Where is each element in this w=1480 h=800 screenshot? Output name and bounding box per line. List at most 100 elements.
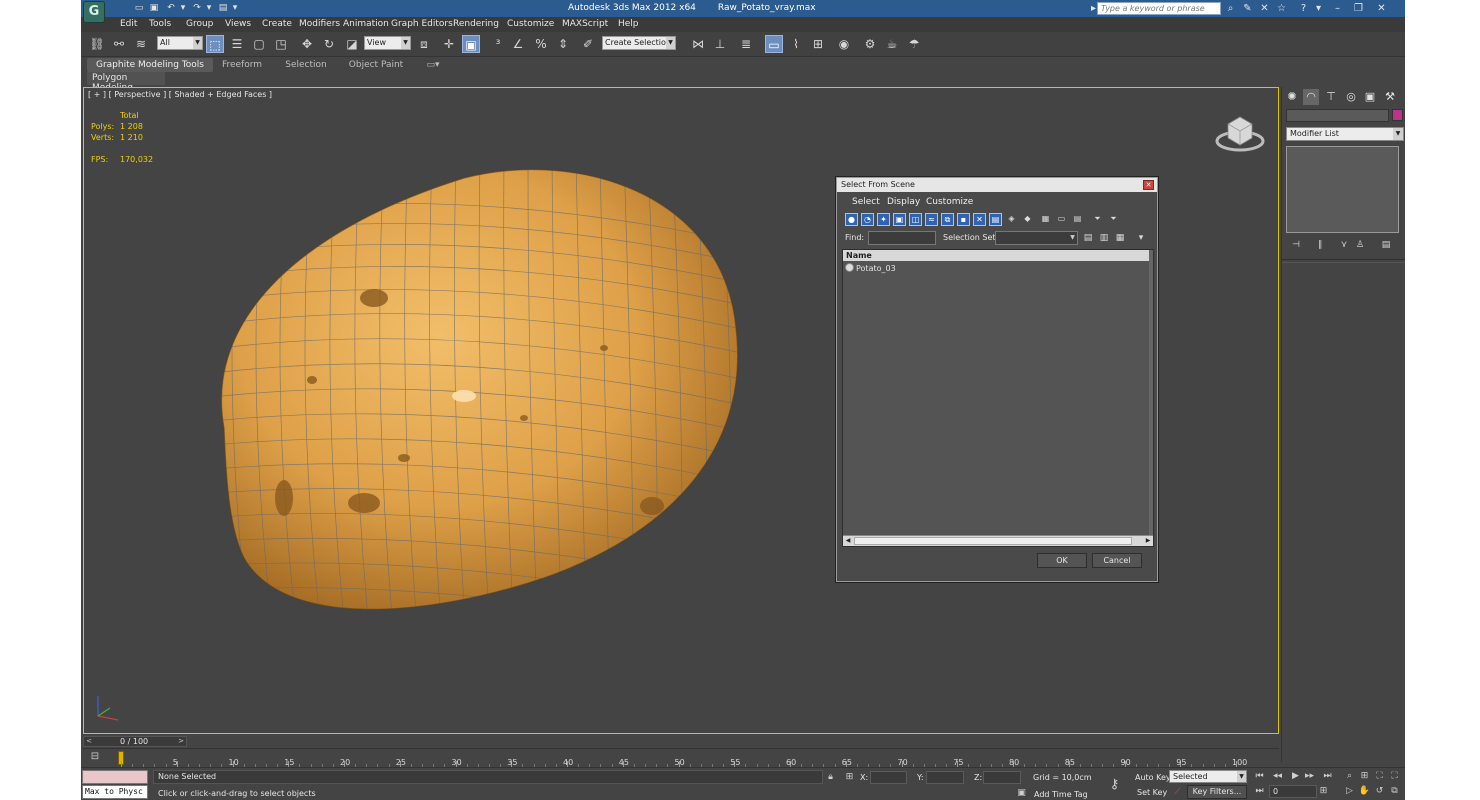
mirror-icon[interactable]: ⋈ — [689, 35, 707, 53]
key-mode-toggle-icon[interactable]: ⏭ — [1253, 785, 1266, 798]
render-setup-icon[interactable]: ⚙ — [861, 35, 879, 53]
binoculars-icon[interactable]: ⌕ — [1224, 2, 1237, 15]
go-to-start-icon[interactable]: ⏮ — [1253, 770, 1266, 783]
maxscript-mini-listener[interactable]: Max to Physc — [82, 785, 148, 799]
help-icon[interactable]: ? — [1297, 2, 1310, 15]
menu-group[interactable]: Group — [186, 19, 213, 29]
remove-modifier-icon[interactable]: ♙ — [1353, 239, 1367, 252]
tab-object-paint[interactable]: Object Paint — [341, 58, 411, 72]
redo-dropdown-icon[interactable]: ▾ — [203, 2, 215, 14]
subscription-icon[interactable]: ✎ — [1241, 2, 1254, 15]
time-slider-prev-icon[interactable]: < — [84, 737, 94, 746]
go-to-end-icon[interactable]: ⏭ — [1321, 770, 1334, 783]
list-item[interactable]: Potato_03 — [845, 263, 896, 275]
add-time-tag[interactable]: Add Time Tag — [1034, 790, 1088, 799]
reference-coordinate-dropdown[interactable]: View ▼ — [364, 36, 411, 50]
select-object-icon[interactable]: ⬚ — [206, 35, 224, 53]
menu-animation[interactable]: Animation — [343, 19, 389, 29]
quick-access-dropdown-icon[interactable]: ▾ — [229, 2, 241, 14]
communication-center-icon[interactable]: ✕ — [1258, 2, 1271, 15]
tab-selection[interactable]: Selection — [277, 58, 335, 72]
scroll-left-icon[interactable]: ◀ — [843, 536, 853, 546]
dialog-menu-select[interactable]: Select — [852, 197, 880, 207]
select-and-move-icon[interactable]: ✥ — [298, 35, 316, 53]
create-tab-icon[interactable]: ✺ — [1284, 89, 1300, 105]
key-tangent-icon[interactable]: ⟋ — [1171, 786, 1184, 799]
utilities-tab-icon[interactable]: ⚒ — [1382, 89, 1398, 105]
tab-graphite-modeling-tools[interactable]: Graphite Modeling Tools — [87, 58, 213, 72]
current-frame-input[interactable]: 0 — [1269, 785, 1317, 798]
set-key-button[interactable]: Set Key — [1137, 788, 1167, 797]
next-frame-icon[interactable]: ▸▸ — [1303, 770, 1316, 783]
angle-snap-icon[interactable]: ∠ — [509, 35, 527, 53]
select-invert-icon[interactable]: ▤ — [1071, 213, 1084, 226]
filter-containers-icon[interactable]: ▤ — [989, 213, 1002, 226]
scroll-thumb[interactable] — [854, 537, 1132, 545]
menu-graph-editors[interactable]: Graph Editors — [391, 19, 453, 29]
unlink-selection-icon[interactable]: ⚯ — [110, 35, 128, 53]
curve-editor-icon[interactable]: ⌇ — [787, 35, 805, 53]
select-and-manipulate-icon[interactable]: ✛ — [440, 35, 458, 53]
menu-tools[interactable]: Tools — [149, 19, 171, 29]
viewcube-icon[interactable] — [1214, 110, 1266, 154]
undo-dropdown-icon[interactable]: ▾ — [177, 2, 189, 14]
menu-views[interactable]: Views — [225, 19, 251, 29]
filter-hidden-icon[interactable]: ◆ — [1021, 213, 1034, 226]
filter-spacewarps-icon[interactable]: ≈ — [925, 213, 938, 226]
menu-modifiers[interactable]: Modifiers — [299, 19, 340, 29]
show-end-result-icon[interactable]: ∥ — [1313, 239, 1327, 252]
favorites-star-icon[interactable]: ☆ — [1275, 2, 1288, 15]
potato-mesh[interactable] — [164, 158, 764, 638]
orbit-icon[interactable]: ↺ — [1373, 785, 1386, 798]
filter-funnel-icon[interactable]: ⏷ — [1091, 213, 1104, 226]
material-editor-icon[interactable]: ◉ — [835, 35, 853, 53]
pivot-center-icon[interactable]: ⧈ — [415, 35, 433, 53]
close-window-icon[interactable]: ✕ — [1375, 2, 1388, 15]
selection-set-dropdown[interactable]: ▼ — [995, 231, 1078, 245]
find-input[interactable] — [868, 231, 936, 245]
motion-tab-icon[interactable]: ◎ — [1343, 89, 1359, 105]
dialog-menu-customize[interactable]: Customize — [926, 197, 973, 207]
modify-tab-icon[interactable]: ◠ — [1303, 89, 1319, 105]
select-and-rotate-icon[interactable]: ↻ — [320, 35, 338, 53]
menu-edit[interactable]: Edit — [120, 19, 137, 29]
rendered-frame-icon[interactable]: ☕ — [883, 35, 901, 53]
scene-object-list[interactable]: Name Potato_03 ◀ ▶ — [842, 249, 1154, 547]
key-filters-button[interactable]: Key Filters... — [1187, 785, 1247, 799]
dialog-title[interactable]: Select From Scene — [837, 178, 1157, 192]
render-production-icon[interactable]: ☂ — [905, 35, 923, 53]
pan-view-icon[interactable]: ✋ — [1358, 785, 1371, 798]
display-tab-icon[interactable]: ▣ — [1362, 89, 1378, 105]
time-tag-icon[interactable]: ▣ — [1015, 787, 1028, 800]
configure-modifier-sets-icon[interactable]: ▤ — [1379, 239, 1393, 252]
project-folder-icon[interactable]: ▤ — [217, 2, 229, 14]
vertical-scrollbar[interactable] — [1149, 250, 1153, 536]
menu-help[interactable]: Help — [618, 19, 639, 29]
ok-button[interactable]: OK — [1037, 553, 1087, 568]
maxscript-listener-output[interactable] — [82, 770, 148, 784]
ribbon-panel-polygon-modeling[interactable]: Polygon Modeling — [87, 72, 165, 93]
menu-customize[interactable]: Customize — [507, 19, 554, 29]
cancel-button[interactable]: Cancel — [1092, 553, 1142, 568]
selection-lock-icon[interactable]: 🔒︎ — [824, 771, 837, 784]
save-icon[interactable]: ▣ — [148, 2, 160, 14]
layer-manager-icon[interactable]: ≣ — [737, 35, 755, 53]
select-by-name-icon[interactable]: ☰ — [228, 35, 246, 53]
mini-curve-editor-icon[interactable]: ⊟ — [87, 751, 103, 765]
z-coordinate-input[interactable] — [983, 771, 1021, 784]
make-unique-icon[interactable]: ⋎ — [1337, 239, 1351, 252]
filter-groups-icon[interactable]: ⧉ — [941, 213, 954, 226]
bind-to-space-warp-icon[interactable]: ≋ — [132, 35, 150, 53]
filter-helpers-icon[interactable]: ◫ — [909, 213, 922, 226]
viewport-label[interactable]: [ + ] [ Perspective ] [ Shaded + Edged F… — [88, 90, 272, 99]
absolute-mode-icon[interactable]: ⊞ — [843, 771, 856, 784]
select-and-scale-icon[interactable]: ◪ — [343, 35, 361, 53]
menu-rendering[interactable]: Rendering — [453, 19, 499, 29]
redo-icon[interactable]: ↷ — [191, 2, 203, 14]
select-all-icon[interactable]: ▦ — [1039, 213, 1052, 226]
dialog-close-button[interactable]: ✕ — [1143, 180, 1154, 190]
app-logo-icon[interactable]: G — [83, 1, 105, 23]
filter-lights-icon[interactable]: ✦ — [877, 213, 890, 226]
time-configuration-icon[interactable]: ⊞ — [1317, 785, 1330, 798]
keyword-search-input[interactable]: Type a keyword or phrase — [1097, 2, 1221, 15]
